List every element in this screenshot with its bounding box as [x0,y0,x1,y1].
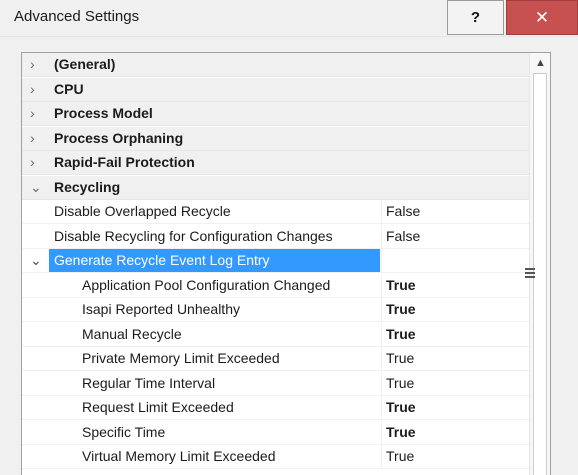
grip-icon [525,268,535,280]
property-row-log-item[interactable]: Regular Time Interval True [22,371,529,397]
property-name: Request Limit Exceeded [82,399,234,415]
help-button[interactable]: ? [447,0,504,35]
category-row-cpu[interactable]: › CPU [22,77,529,103]
chevron-right-icon[interactable]: › [30,81,42,97]
log-entry-items: Application Pool Configuration Changed Tr… [22,273,529,470]
property-name: Private Memory Limit Exceeded [82,350,280,366]
property-name: Disable Recycling for Configuration Chan… [54,227,333,244]
chevron-down-icon[interactable]: ⌄ [30,252,42,268]
window-title: Advanced Settings [14,8,140,25]
property-value-cell[interactable]: True [381,298,529,322]
vertical-scrollbar[interactable]: ▲ [529,53,550,475]
property-value: False [386,203,421,219]
category-row-general[interactable]: › (General) [22,53,529,78]
property-row-generate-recycle-event-log-entry[interactable]: ⌄ Generate Recycle Event Log Entry [22,249,529,274]
category-label: (General) [54,56,116,72]
chevron-right-icon[interactable]: › [30,56,42,72]
property-value-cell[interactable]: False [381,200,529,224]
property-value-cell[interactable]: True [381,420,529,445]
property-row-log-item[interactable]: Isapi Reported Unhealthy True [22,298,529,323]
property-row-disable-overlapped-recycle[interactable]: Disable Overlapped Recycle False [22,200,529,225]
property-row-log-item[interactable]: Specific Time True [22,420,529,446]
scroll-up-arrow-icon[interactable]: ▲ [530,53,550,73]
property-value: True [386,399,416,415]
property-value: True [386,448,415,464]
property-value: True [386,301,416,317]
category-label: Recycling [54,178,121,195]
property-value: True [386,423,416,440]
property-row-log-item[interactable]: Manual Recycle True [22,322,529,348]
property-value-cell[interactable]: True [381,371,529,396]
category-row-rapid-fail-protection[interactable]: › Rapid-Fail Protection [22,151,529,176]
property-value-cell[interactable]: True [381,273,529,298]
close-button[interactable]: ✕ [506,0,578,35]
property-name: Isapi Reported Unhealthy [82,301,240,317]
category-row-recycling[interactable]: ⌄ Recycling [22,175,529,201]
property-row-disable-recycling-config-changes[interactable]: Disable Recycling for Configuration Chan… [22,224,529,250]
property-name: Application Pool Configuration Changed [82,276,331,293]
chevron-down-icon[interactable]: ⌄ [30,179,42,195]
category-label: Process Orphaning [54,129,184,146]
property-value-cell[interactable]: True [381,347,529,371]
property-name: Manual Recycle [82,325,182,342]
property-name: Regular Time Interval [82,374,216,391]
property-value-cell[interactable] [381,249,529,273]
property-value: True [386,276,416,293]
help-icon: ? [470,9,481,26]
property-name: Specific Time [82,423,166,440]
property-name: Generate Recycle Event Log Entry [54,252,270,268]
close-icon: ✕ [534,7,550,27]
property-value: True [386,374,415,391]
chevron-right-icon[interactable]: › [30,154,42,170]
category-label: CPU [54,80,84,97]
property-grid: › (General) › CPU › Process Model › Proc… [21,52,551,475]
title-bar: Advanced Settings ? ✕ [0,0,578,37]
chevron-right-icon[interactable]: › [30,130,42,146]
property-value-cell[interactable]: True [381,396,529,420]
category-label: Rapid-Fail Protection [54,154,195,170]
category-label: Process Model [54,105,153,121]
chevron-right-icon[interactable]: › [30,105,42,121]
property-name: Disable Overlapped Recycle [54,203,231,219]
advanced-settings-window: Advanced Settings ? ✕ › (General) › CPU [0,0,578,475]
property-row-log-item[interactable]: Application Pool Configuration Changed Tr… [22,273,529,299]
property-value: True [386,350,415,366]
property-value-cell[interactable]: True [381,445,529,469]
scrollbar-thumb[interactable] [533,73,547,475]
property-row-log-item[interactable]: Virtual Memory Limit Exceeded True [22,445,529,470]
property-row-log-item[interactable]: Request Limit Exceeded True [22,396,529,421]
property-value: True [386,325,416,342]
category-row-process-orphaning[interactable]: › Process Orphaning [22,126,529,152]
property-value-cell[interactable]: False [381,224,529,249]
property-value: False [386,227,421,244]
property-value-cell[interactable]: True [381,322,529,347]
property-grid-rows: › (General) › CPU › Process Model › Proc… [22,53,529,470]
property-name: Virtual Memory Limit Exceeded [82,448,276,464]
property-row-log-item[interactable]: Private Memory Limit Exceeded True [22,347,529,372]
category-row-process-model[interactable]: › Process Model [22,102,529,127]
